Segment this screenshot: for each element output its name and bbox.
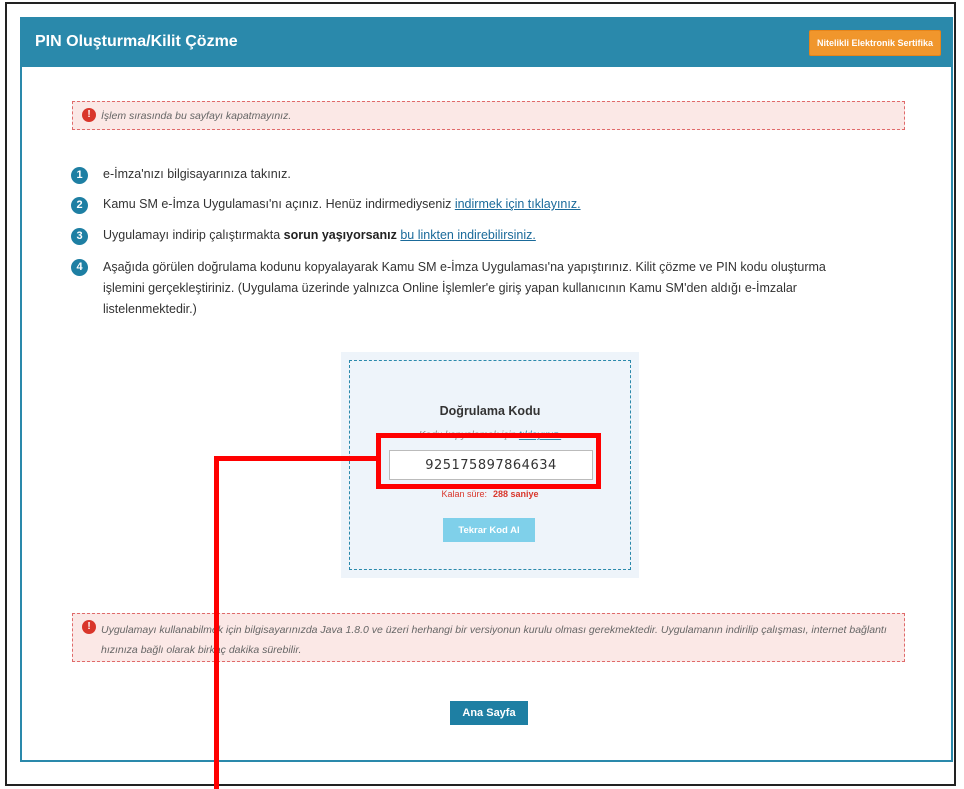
step-text: Uygulamayı indirip çalıştırmakta sorun y… xyxy=(103,228,536,242)
verification-code-panel: Doğrulama Kodu Kodu kopyalamak için tıkl… xyxy=(341,352,639,578)
page-title: PIN Oluşturma/Kilit Çözme xyxy=(35,33,238,50)
exclamation-circle-icon: ! xyxy=(82,620,96,634)
warning-alert-top: ! İşlem sırasında bu sayfayı kapatmayını… xyxy=(72,101,905,130)
step-text-body: Kamu SM e-İmza Uygulaması'nı açınız. Hen… xyxy=(103,197,455,211)
download-link[interactable]: indirmek için tıklayınız. xyxy=(455,197,581,211)
remaining-time-unit: saniye xyxy=(510,489,539,499)
verification-code-title: Doğrulama Kodu xyxy=(439,404,541,418)
copy-code-link[interactable]: tıklayınız. xyxy=(519,430,561,441)
remaining-time-value: 288 xyxy=(492,489,508,499)
copy-hint: Kodu kopyalamak için tıklayınız. xyxy=(350,430,630,441)
certificate-type-badge[interactable]: Nitelikli Elektronik Sertifika xyxy=(808,30,941,56)
step-number: 3 xyxy=(71,228,88,245)
verification-code-box: Doğrulama Kodu Kodu kopyalamak için tıkl… xyxy=(349,360,631,570)
step-text: Kamu SM e-İmza Uygulaması'nı açınız. Hen… xyxy=(103,197,581,211)
warning-text: İşlem sırasında bu sayfayı kapatmayınız. xyxy=(101,110,292,122)
retry-code-button[interactable]: Tekrar Kod Al xyxy=(443,518,535,542)
step-text: e-İmza'nızı bilgisayarınıza takınız. xyxy=(103,167,291,181)
step-number: 2 xyxy=(71,197,88,214)
panel-header: PIN Oluşturma/Kilit Çözme Nitelikli Elek… xyxy=(22,19,951,67)
step-number: 4 xyxy=(71,259,88,276)
java-requirement-text: Uygulamayı kullanabilmek için bilgisayar… xyxy=(101,624,887,656)
step-text-bold: sorun yaşıyorsanız xyxy=(283,228,397,242)
step-text-body: Uygulamayı indirip çalıştırmakta xyxy=(103,228,284,242)
step-text: Aşağıda görülen doğrulama kodunu kopyala… xyxy=(103,260,826,316)
home-button[interactable]: Ana Sayfa xyxy=(450,701,528,725)
copy-hint-text: Kodu kopyalamak için xyxy=(418,430,519,441)
step-number: 1 xyxy=(71,167,88,184)
pin-panel: PIN Oluşturma/Kilit Çözme Nitelikli Elek… xyxy=(20,17,953,762)
remaining-time-label: Kalan süre: xyxy=(441,489,487,499)
exclamation-circle-icon: ! xyxy=(82,108,96,122)
verification-code-field[interactable] xyxy=(389,450,593,480)
alternate-download-link[interactable]: bu linkten indirebilirsiniz. xyxy=(400,228,535,242)
warning-alert-bottom: ! Uygulamayı kullanabilmek için bilgisay… xyxy=(72,613,905,662)
remaining-time: Kalan süre: 288 saniye xyxy=(350,489,630,499)
